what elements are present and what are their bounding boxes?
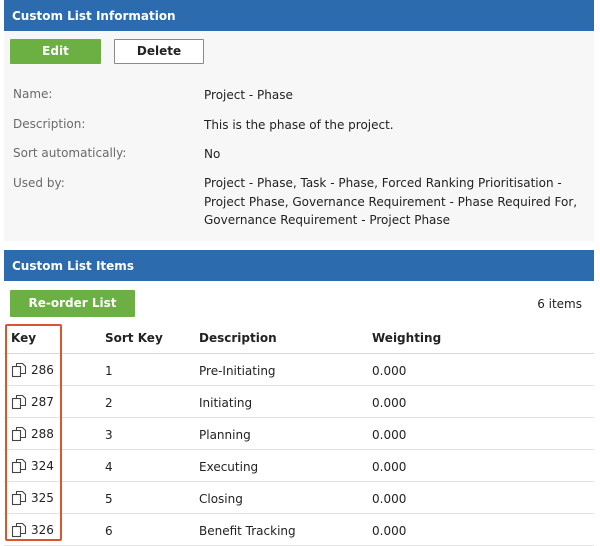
custom-list-items-table: Key Sort Key Description Weighting 286 1… bbox=[4, 322, 594, 546]
custom-list-items-panel: Custom List Items Re-order List Items 6 … bbox=[4, 250, 594, 546]
key-value: 324 bbox=[31, 459, 54, 473]
key-value: 288 bbox=[31, 427, 54, 441]
table-row[interactable]: 325 5 Closing 0.000 bbox=[4, 482, 594, 514]
column-header-description[interactable]: Description bbox=[199, 331, 277, 345]
panel-header-custom-list-information: Custom List Information bbox=[4, 0, 594, 31]
sort-key-cell: 3 bbox=[105, 428, 113, 442]
used-by-value: Project - Phase, Task - Phase, Forced Ra… bbox=[204, 176, 578, 227]
name-value: Project - Phase bbox=[204, 88, 293, 102]
weighting-cell: 0.000 bbox=[372, 460, 407, 474]
sort-automatically-value: No bbox=[204, 147, 221, 161]
table-header-row: Key Sort Key Description Weighting bbox=[4, 322, 594, 354]
key-cell[interactable]: 324 bbox=[11, 458, 54, 474]
sort-key-cell: 2 bbox=[105, 396, 113, 410]
copy-icon[interactable] bbox=[11, 394, 27, 410]
sort-key-cell: 1 bbox=[105, 364, 113, 378]
copy-icon[interactable] bbox=[11, 426, 27, 442]
weighting-cell: 0.000 bbox=[372, 364, 407, 378]
table-row[interactable]: 324 4 Executing 0.000 bbox=[4, 450, 594, 482]
description-cell: Benefit Tracking bbox=[199, 524, 296, 538]
name-label: Name: bbox=[13, 87, 53, 101]
key-cell[interactable]: 288 bbox=[11, 426, 54, 442]
description-label: Description: bbox=[13, 117, 86, 131]
description-cell: Closing bbox=[199, 492, 243, 506]
description-cell: Initiating bbox=[199, 396, 253, 410]
table-row[interactable]: 288 3 Planning 0.000 bbox=[4, 418, 594, 450]
weighting-cell: 0.000 bbox=[372, 524, 407, 538]
weighting-cell: 0.000 bbox=[372, 396, 407, 410]
key-value: 286 bbox=[31, 363, 54, 377]
sort-key-cell: 4 bbox=[105, 460, 113, 474]
copy-icon[interactable] bbox=[11, 362, 27, 378]
description-cell: Executing bbox=[199, 460, 259, 474]
key-value: 325 bbox=[31, 491, 54, 505]
copy-icon[interactable] bbox=[11, 522, 27, 538]
key-value: 287 bbox=[31, 395, 54, 409]
key-cell[interactable]: 325 bbox=[11, 490, 54, 506]
column-header-weighting[interactable]: Weighting bbox=[372, 331, 441, 345]
table-row[interactable]: 326 6 Benefit Tracking 0.000 bbox=[4, 514, 594, 546]
sort-automatically-label: Sort automatically: bbox=[13, 146, 127, 160]
item-count: 6 items bbox=[537, 297, 582, 311]
custom-list-information-panel: Custom List Information Edit Delete Name… bbox=[4, 0, 594, 241]
sort-key-cell: 6 bbox=[105, 524, 113, 538]
description-cell: Pre-Initiating bbox=[199, 364, 276, 378]
delete-button[interactable]: Delete bbox=[114, 39, 204, 64]
reorder-list-items-button[interactable]: Re-order List Items bbox=[10, 290, 135, 337]
description-cell: Planning bbox=[199, 428, 251, 442]
key-value: 326 bbox=[31, 523, 54, 537]
key-cell[interactable]: 287 bbox=[11, 394, 54, 410]
column-header-key[interactable]: Key bbox=[11, 331, 36, 345]
edit-button[interactable]: Edit bbox=[10, 39, 101, 64]
key-cell[interactable]: 286 bbox=[11, 362, 54, 378]
copy-icon[interactable] bbox=[11, 458, 27, 474]
column-header-sort-key[interactable]: Sort Key bbox=[105, 331, 163, 345]
sort-key-cell: 5 bbox=[105, 492, 113, 506]
table-row[interactable]: 287 2 Initiating 0.000 bbox=[4, 386, 594, 418]
description-value: This is the phase of the project. bbox=[204, 118, 394, 132]
weighting-cell: 0.000 bbox=[372, 492, 407, 506]
table-row[interactable]: 286 1 Pre-Initiating 0.000 bbox=[4, 354, 594, 386]
key-cell[interactable]: 326 bbox=[11, 522, 54, 538]
panel-header-custom-list-items: Custom List Items bbox=[4, 250, 594, 281]
weighting-cell: 0.000 bbox=[372, 428, 407, 442]
copy-icon[interactable] bbox=[11, 490, 27, 506]
used-by-label: Used by: bbox=[13, 176, 65, 190]
